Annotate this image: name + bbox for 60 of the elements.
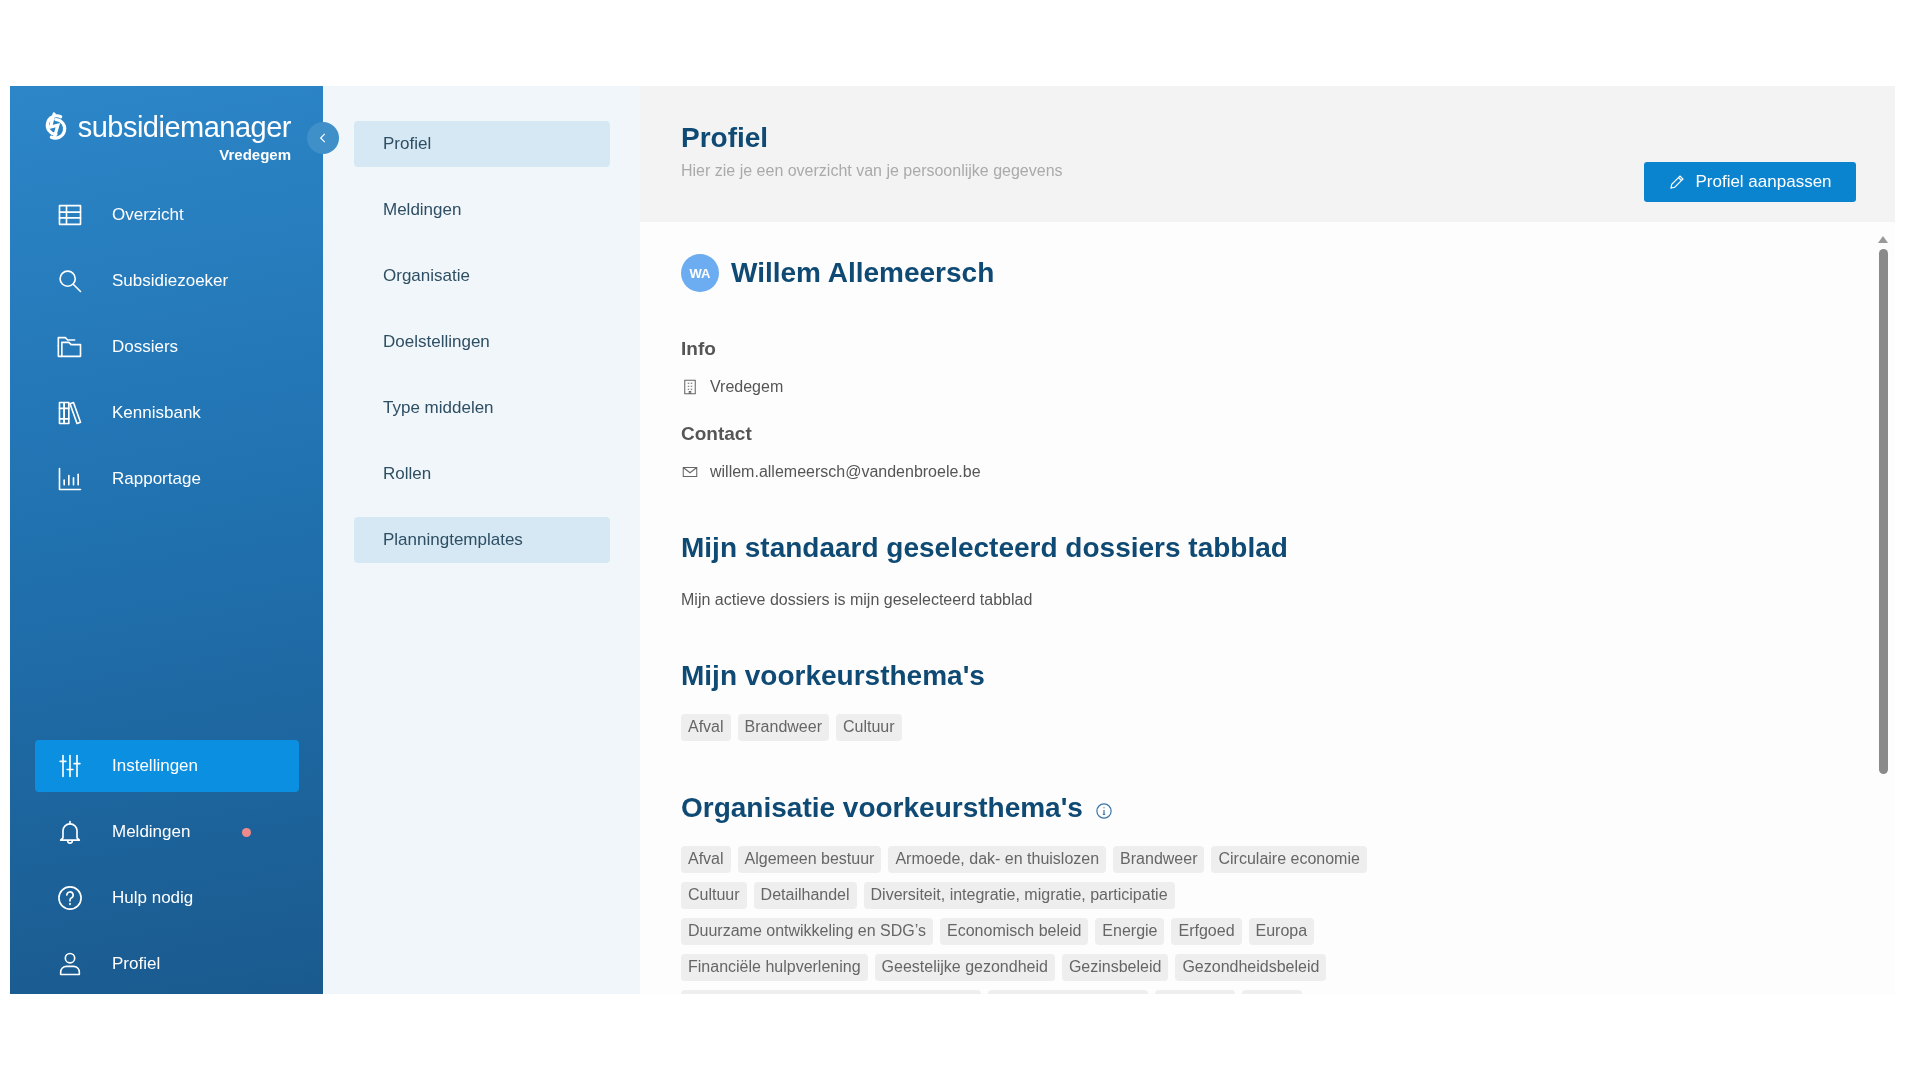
collapse-button[interactable]: [307, 122, 339, 154]
nav-item[interactable]: Overzicht: [35, 189, 299, 241]
theme-tag: Detailhandel: [753, 882, 857, 909]
email-address: willem.allemeersch@vandenbroele.be: [710, 463, 981, 481]
nav-item[interactable]: Rapportage: [35, 453, 299, 505]
settings-menu-item[interactable]: Type middelen: [354, 385, 610, 431]
settings-menu-item[interactable]: Organisatie: [354, 253, 610, 299]
search-icon: [56, 267, 84, 295]
theme-tag: Brandweer: [737, 714, 829, 741]
theme-tag: Afval: [681, 714, 731, 741]
theme-tag: Erfgoed: [1171, 918, 1242, 945]
nav-item[interactable]: Profiel: [35, 938, 299, 990]
theme-tag: Geestelijke gezondheid: [874, 954, 1055, 981]
theme-tag: Afval: [681, 846, 731, 873]
theme-tag: Duurzame ontwikkeling en SDG’s: [681, 918, 934, 945]
theme-tag: Gezinsbeleid: [1061, 954, 1169, 981]
nav-item[interactable]: Hulp nodig: [35, 872, 299, 924]
nav-item[interactable]: Dossiers: [35, 321, 299, 373]
theme-tag: Circulaire economie: [1211, 846, 1367, 873]
section-heading: Mijn standaard geselecteerd dossiers tabblad: [681, 532, 1289, 564]
settings-menu-item[interactable]: Profiel: [354, 121, 610, 167]
nav-item[interactable]: Instellingen: [35, 740, 299, 792]
page-subtitle: Hier zie je een overzicht van je persoonlijke gegevens: [681, 162, 1063, 180]
settings-menu-item[interactable]: Rollen: [354, 451, 610, 497]
user-name: Willem Allemeersch: [731, 257, 995, 289]
edit-profile-button[interactable]: Profiel aanpassen: [1644, 162, 1856, 202]
nav-item[interactable]: Subsidiezoeker: [35, 255, 299, 307]
theme-tag: Algemeen bestuur: [737, 846, 882, 873]
info-icon[interactable]: [1094, 802, 1113, 820]
organization-name: Vredegem: [219, 146, 291, 163]
settings-menu-item[interactable]: Doelstellingen: [354, 319, 610, 365]
organization-name: Vredegem: [710, 378, 784, 396]
logo-text: subsidiemanager: [77, 110, 291, 144]
section-heading: Info: [681, 338, 717, 360]
theme-tag: Financiële hulpverlening: [681, 954, 868, 981]
theme-tag: Energie: [1095, 918, 1165, 945]
sliders-icon: [56, 752, 84, 780]
default-tab-text: Mijn actieve dossiers is mijn geselecteerd tabblad: [681, 591, 1034, 609]
theme-tag: Diversiteit, integratie, migratie, participatie: [863, 882, 1175, 909]
theme-tag: Cultuur: [681, 882, 747, 909]
theme-tag: Cultuur: [835, 714, 902, 741]
settings-menu-item[interactable]: Planningtemplates: [354, 517, 610, 563]
theme-tag: Gezondheidsbeleid: [1175, 954, 1327, 981]
theme-tag: Economisch beleid: [940, 918, 1089, 945]
settings-menu-item[interactable]: Meldingen: [354, 187, 610, 233]
help-icon: [56, 884, 84, 912]
books-icon: [56, 399, 84, 427]
nav-item[interactable]: Meldingen: [35, 806, 299, 858]
theme-tag: Armoede, dak- en thuislozen: [888, 846, 1107, 873]
page-title: Profiel: [681, 122, 770, 154]
nav-item[interactable]: Kennisbank: [35, 387, 299, 439]
scroll-up-arrow-icon[interactable]: [1878, 235, 1888, 243]
avatar: WA: [681, 254, 719, 292]
theme-tag: Europa: [1248, 918, 1315, 945]
section-heading: Contact: [681, 423, 753, 445]
bar-chart-icon: [56, 465, 84, 493]
building-icon: [681, 378, 699, 396]
section-heading: Organisatie voorkeursthema's: [681, 792, 1083, 824]
section-heading: Mijn voorkeursthema's: [681, 660, 986, 692]
theme-tag: Brandweer: [1113, 846, 1205, 873]
